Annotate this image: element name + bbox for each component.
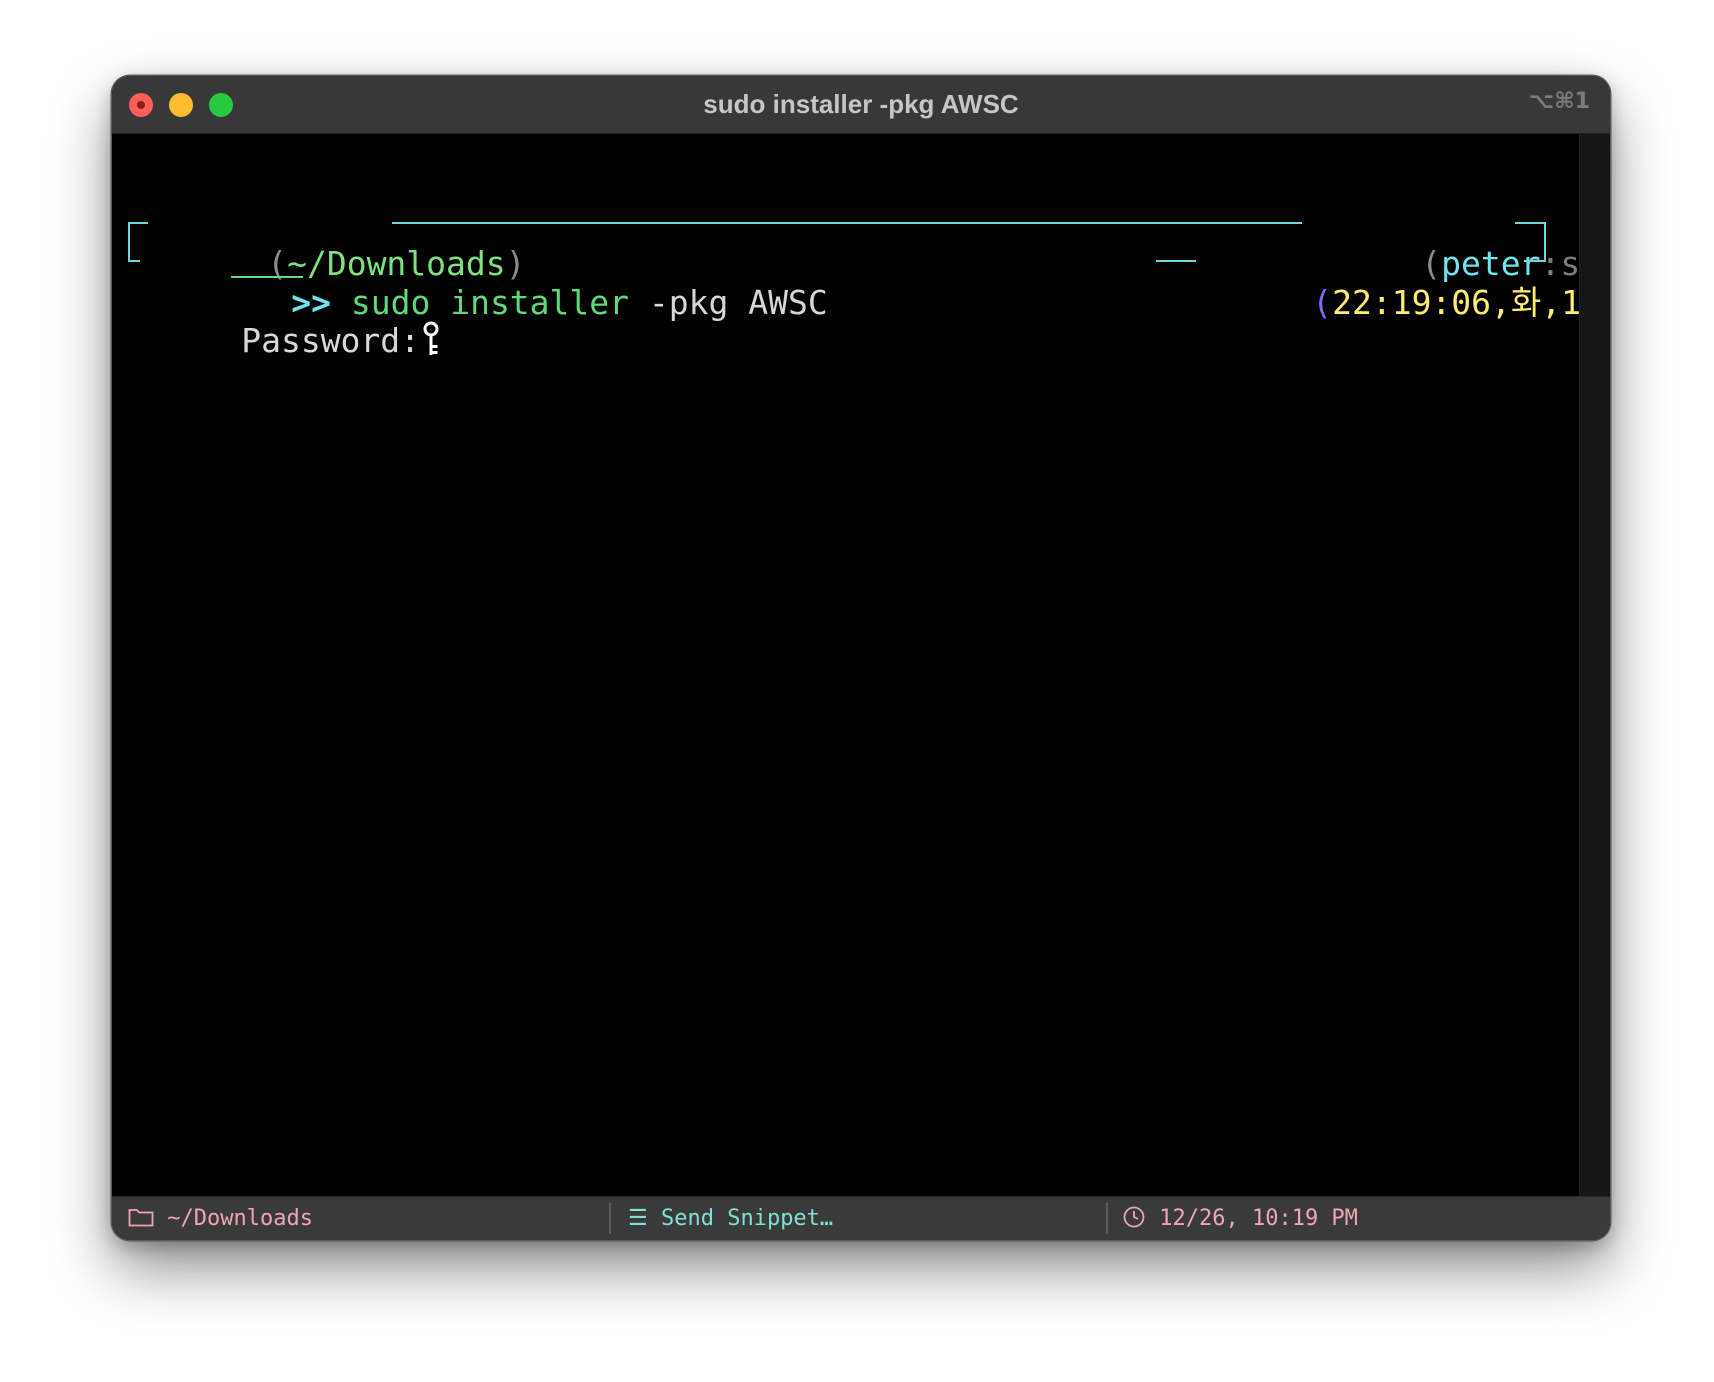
command-args: -pkg AWSC [648,283,828,322]
prompt-time-group: (22:19:06,화,1226) [1193,240,1610,366]
command-program: installer [450,283,630,322]
window-shortcut: ⌥⌘1 [1528,89,1590,114]
scrollbar[interactable] [1579,134,1610,1196]
clock-icon [1122,1206,1146,1231]
password-line: Password: [122,278,442,404]
title-bar[interactable]: sudo installer -pkg AWSC ⌥⌘1 [112,76,1610,134]
time-frame-left [1156,260,1196,262]
password-label: Password: [241,321,421,360]
status-separator [1106,1203,1108,1234]
list-icon: ☰ [628,1206,648,1231]
send-snippet-label: Send Snippet… [660,1206,834,1231]
prompt-frame-left [128,222,130,262]
terminal-output[interactable]: (~/Downloads) (peter:s000) >> sudo insta… [112,134,1610,1196]
prompt-frame-top-right [1515,222,1546,224]
folder-icon [128,1206,154,1231]
status-clock: 12/26, 10:19 PM [1122,1197,1358,1240]
terminal-window: sudo installer -pkg AWSC ⌥⌘1 (~/Download… [112,76,1610,1240]
prompt-frame-bottom-left [128,260,140,262]
status-path[interactable]: ~/Downloads [128,1197,313,1240]
window-title: sudo installer -pkg AWSC [703,89,1019,119]
prompt-time: 22:19:06,화,1226 [1332,283,1610,322]
prompt-frame-top [392,222,1302,224]
prompt-frame-top-left [128,222,148,224]
status-separator [609,1203,611,1234]
paren: ( [1312,283,1333,322]
status-bar: ~/Downloads ☰ Send Snippet… 12/26, 10:19… [112,1196,1610,1240]
status-path-label: ~/Downloads [167,1206,313,1231]
send-snippet-button[interactable]: ☰ Send Snippet… [628,1197,833,1240]
key-icon [420,321,442,360]
status-datetime: 12/26, 10:19 PM [1159,1206,1358,1231]
